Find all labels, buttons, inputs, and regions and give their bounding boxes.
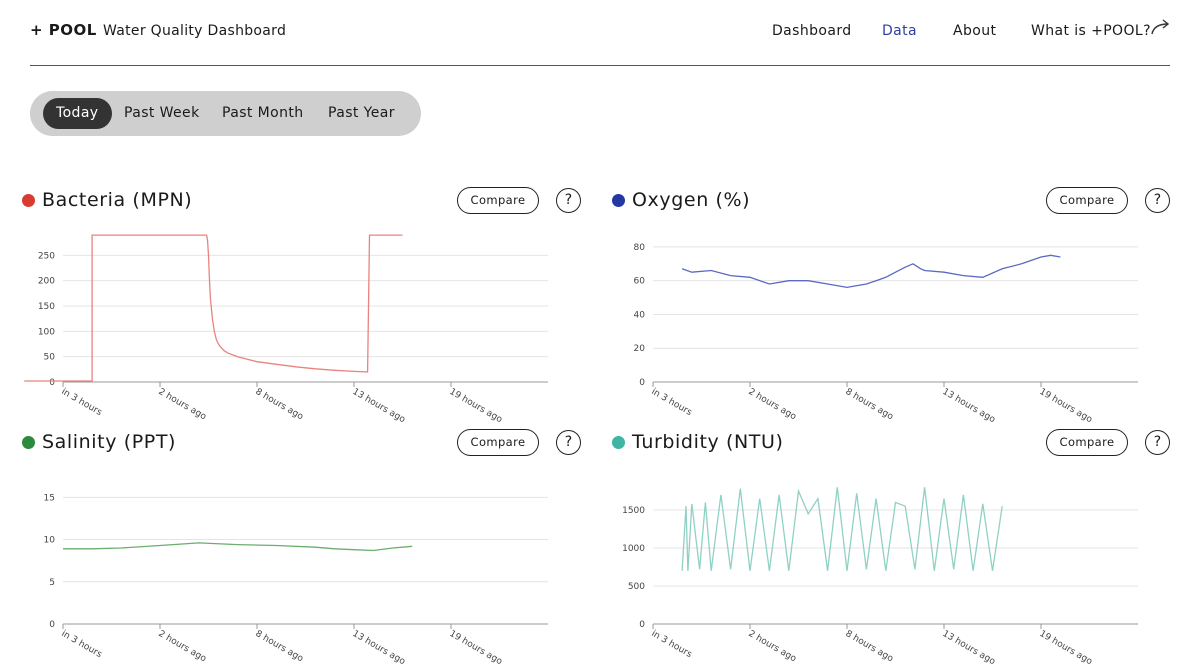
time-range-selector: Today Past Week Past Month Past Year bbox=[30, 91, 421, 136]
y-tick-label-bacteria-4: 200 bbox=[38, 277, 55, 287]
compare-button-salinity[interactable]: Compare bbox=[457, 429, 539, 456]
y-tick-label-bacteria-5: 250 bbox=[38, 251, 55, 261]
x-tick-label-bacteria-1: 2 hours ago bbox=[157, 387, 209, 422]
y-tick-label-turbidity-3: 1500 bbox=[622, 506, 645, 516]
y-tick-label-salinity-2: 10 bbox=[44, 536, 56, 546]
series-line-oxygen bbox=[681, 254, 1061, 289]
x-tick-label-salinity-2: 8 hours ago bbox=[254, 629, 306, 665]
y-tick-label-bacteria-0: 0 bbox=[49, 378, 55, 388]
y-tick-label-bacteria-2: 100 bbox=[38, 327, 55, 337]
x-tick-label-turbidity-1: 2 hours ago bbox=[747, 629, 799, 665]
x-tick-label-oxygen-1: 2 hours ago bbox=[747, 387, 799, 422]
series-dot-bacteria bbox=[22, 194, 35, 207]
nav-about[interactable]: About bbox=[953, 23, 996, 39]
chart-title-salinity: Salinity (PPT) bbox=[42, 431, 177, 453]
compare-button-oxygen[interactable]: Compare bbox=[1046, 187, 1128, 214]
arrow-curve-right-icon[interactable] bbox=[1150, 18, 1172, 36]
y-tick-label-bacteria-3: 150 bbox=[38, 302, 55, 312]
help-button-bacteria[interactable]: ? bbox=[556, 188, 581, 213]
series-line-turbidity bbox=[681, 487, 1003, 571]
compare-button-turbidity[interactable]: Compare bbox=[1046, 429, 1128, 456]
header-divider bbox=[30, 65, 1170, 66]
x-tick-label-bacteria-3: 13 hours ago bbox=[351, 387, 408, 422]
y-tick-label-bacteria-1: 50 bbox=[44, 353, 56, 363]
series-line-salinity bbox=[63, 542, 413, 552]
y-tick-label-salinity-0: 0 bbox=[49, 620, 55, 630]
series-dot-oxygen bbox=[612, 194, 625, 207]
help-button-turbidity[interactable]: ? bbox=[1145, 430, 1170, 455]
y-tick-label-turbidity-1: 500 bbox=[628, 582, 645, 592]
range-past-year[interactable]: Past Year bbox=[315, 98, 408, 129]
series-dot-turbidity bbox=[612, 436, 625, 449]
y-tick-label-oxygen-2: 40 bbox=[634, 310, 646, 320]
x-tick-label-salinity-0: in 3 hours bbox=[60, 629, 104, 660]
y-tick-label-salinity-1: 5 bbox=[49, 578, 55, 588]
range-past-month[interactable]: Past Month bbox=[209, 98, 317, 129]
x-tick-label-bacteria-4: 19 hours ago bbox=[448, 387, 505, 422]
y-tick-label-oxygen-1: 20 bbox=[634, 344, 646, 354]
y-tick-label-oxygen-3: 60 bbox=[634, 277, 646, 287]
chart-oxygen: 0 20 40 60 80 in 3 hours 2 hours ago 8 hours ag… bbox=[634, 243, 1138, 422]
series-dot-salinity bbox=[22, 436, 35, 449]
help-button-salinity[interactable]: ? bbox=[556, 430, 581, 455]
x-tick-label-turbidity-2: 8 hours ago bbox=[844, 629, 896, 665]
x-tick-label-turbidity-0: in 3 hours bbox=[650, 629, 694, 660]
y-tick-label-turbidity-0: 0 bbox=[639, 620, 645, 630]
x-tick-label-oxygen-2: 8 hours ago bbox=[844, 387, 896, 422]
logo[interactable]: + POOL bbox=[30, 21, 97, 39]
y-tick-label-oxygen-4: 80 bbox=[634, 243, 646, 253]
x-tick-label-oxygen-4: 19 hours ago bbox=[1038, 387, 1095, 422]
app-subtitle: Water Quality Dashboard bbox=[103, 23, 287, 39]
range-today[interactable]: Today bbox=[43, 98, 112, 129]
range-past-week[interactable]: Past Week bbox=[111, 98, 213, 129]
help-button-oxygen[interactable]: ? bbox=[1145, 188, 1170, 213]
x-tick-label-bacteria-2: 8 hours ago bbox=[254, 387, 306, 422]
series-line-bacteria bbox=[24, 234, 403, 382]
x-tick-label-salinity-1: 2 hours ago bbox=[157, 629, 209, 665]
chart-title-turbidity: Turbidity (NTU) bbox=[632, 431, 784, 453]
nav-what-is-pool[interactable]: What is +POOL? bbox=[1031, 23, 1151, 39]
x-tick-label-salinity-4: 19 hours ago bbox=[448, 629, 505, 667]
x-tick-label-turbidity-3: 13 hours ago bbox=[941, 629, 998, 667]
x-tick-label-salinity-3: 13 hours ago bbox=[351, 629, 408, 667]
chart-bacteria: 0 50 100 150 200 250 in 3 hours 2 hours ago 8 ho… bbox=[24, 234, 548, 422]
y-tick-label-turbidity-2: 1000 bbox=[622, 544, 645, 554]
nav-data[interactable]: Data bbox=[882, 23, 917, 39]
top-bar: + POOL Water Quality Dashboard Dashboard… bbox=[0, 0, 1200, 66]
x-tick-label-oxygen-3: 13 hours ago bbox=[941, 387, 998, 422]
chart-title-oxygen: Oxygen (%) bbox=[632, 189, 751, 211]
nav-dashboard[interactable]: Dashboard bbox=[772, 23, 852, 39]
x-tick-label-bacteria-0: in 3 hours bbox=[60, 387, 104, 418]
chart-salinity: 0 5 10 15 in 3 hours 2 hours ago 8 hours ago 13… bbox=[44, 493, 548, 667]
x-tick-label-oxygen-0: in 3 hours bbox=[650, 387, 694, 418]
x-tick-label-turbidity-4: 19 hours ago bbox=[1038, 629, 1095, 667]
y-tick-label-salinity-3: 15 bbox=[44, 493, 55, 503]
chart-turbidity: 0 500 1000 1500 in 3 hours 2 hours ago 8 hours… bbox=[622, 487, 1138, 667]
chart-title-bacteria: Bacteria (MPN) bbox=[42, 189, 193, 211]
y-tick-label-oxygen-0: 0 bbox=[639, 378, 645, 388]
compare-button-bacteria[interactable]: Compare bbox=[457, 187, 539, 214]
